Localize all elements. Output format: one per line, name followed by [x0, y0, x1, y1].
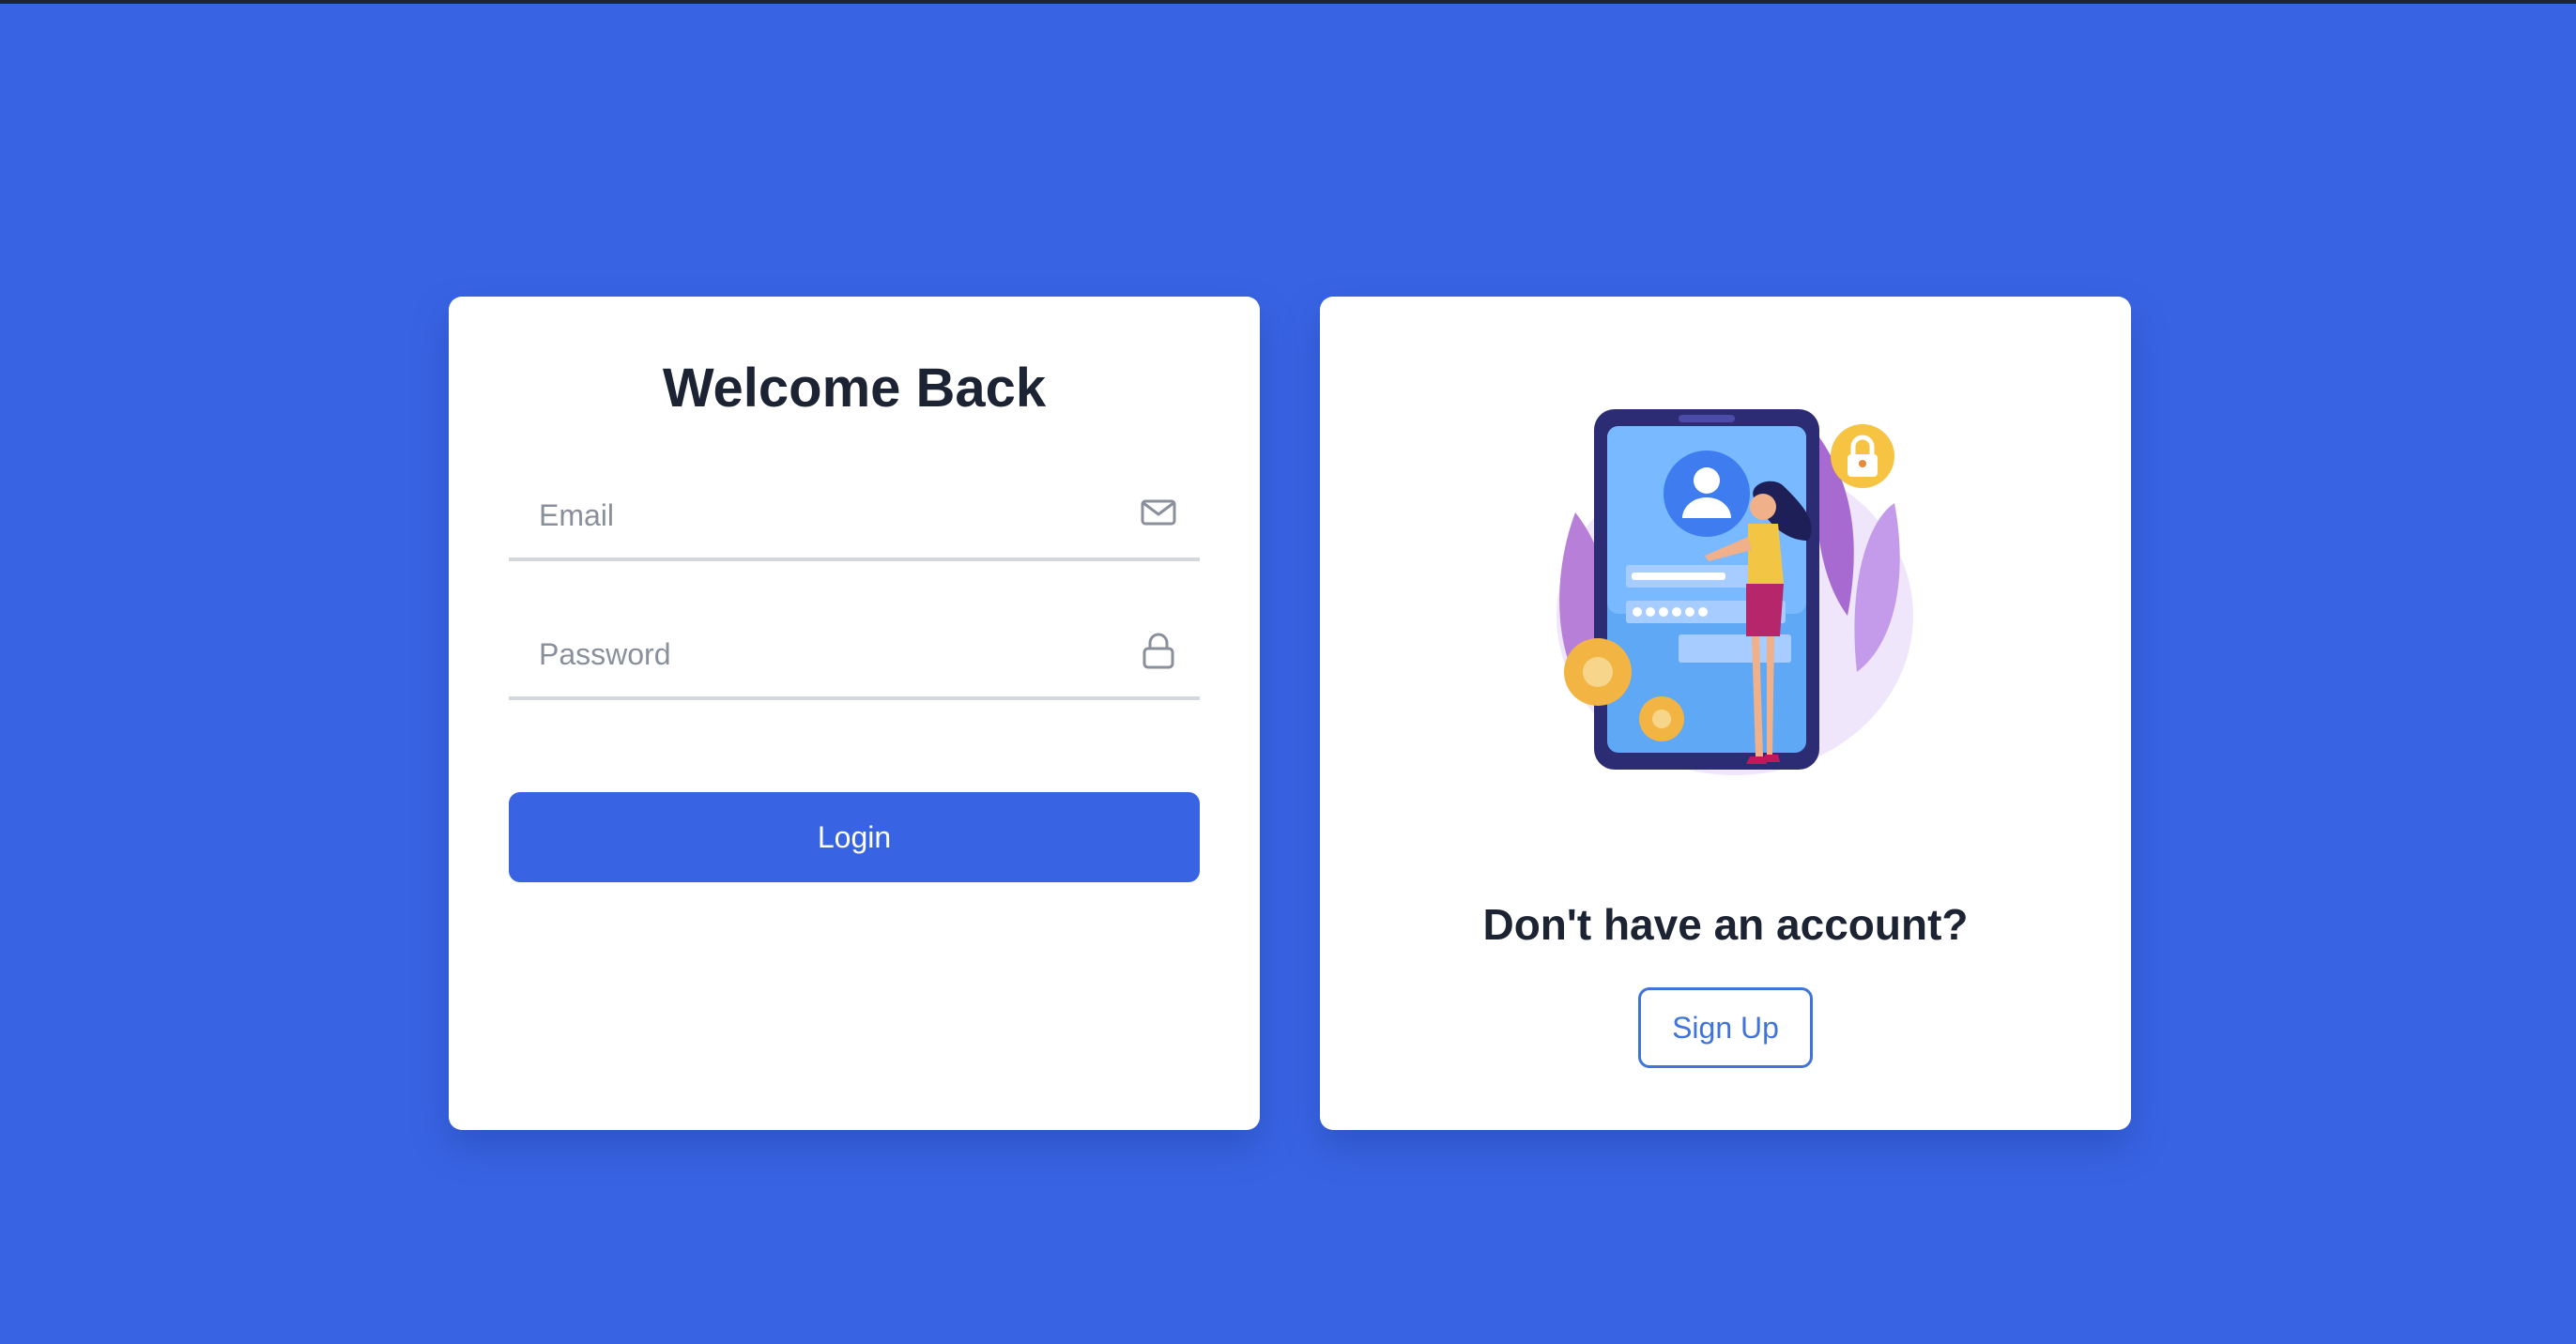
login-illustration — [1538, 400, 1913, 794]
signup-prompt: Don't have an account? — [1482, 900, 1969, 949]
lock-icon — [1140, 633, 1177, 670]
password-field[interactable] — [509, 612, 1140, 696]
login-card: Welcome Back Login — [449, 297, 1260, 1130]
page-title: Welcome Back — [662, 358, 1047, 419]
email-field-wrapper — [509, 473, 1200, 561]
email-field[interactable] — [509, 473, 1140, 557]
window-top-edge — [0, 0, 2576, 4]
signup-card: Don't have an account? Sign Up — [1320, 297, 2131, 1130]
signup-button[interactable]: Sign Up — [1638, 987, 1813, 1068]
password-field-wrapper — [509, 612, 1200, 700]
mail-icon — [1140, 494, 1177, 531]
login-button[interactable]: Login — [509, 792, 1200, 882]
